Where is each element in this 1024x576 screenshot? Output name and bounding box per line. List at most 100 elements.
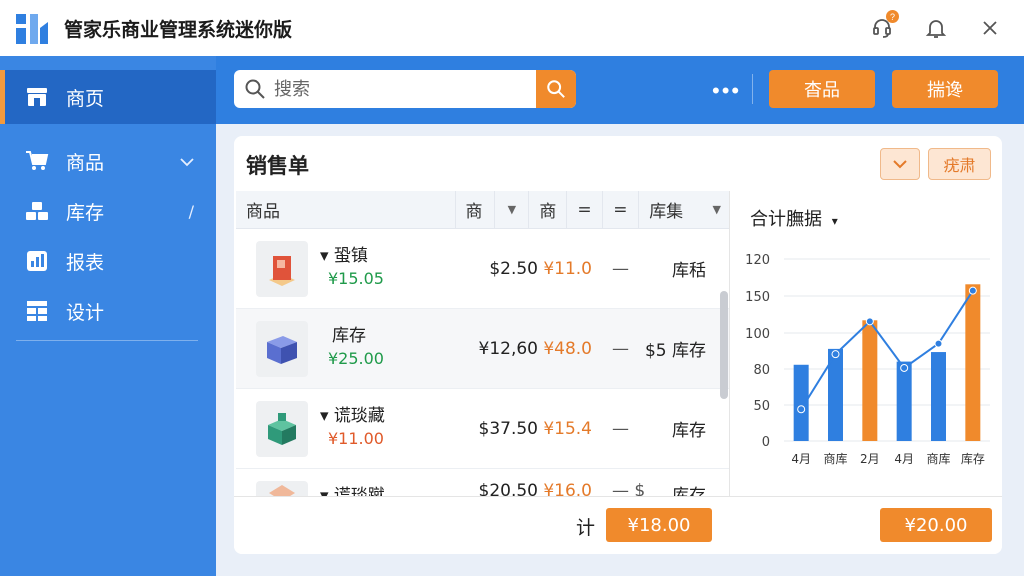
panel-action-button[interactable]: 疣肃 (928, 148, 991, 180)
y-tick-label: 0 (762, 435, 770, 450)
table-row[interactable]: ▾ 蛩镇 ¥15.05 $2.50 ¥11.0 — 库秳 (236, 229, 729, 309)
chart-bar (965, 284, 981, 441)
app-logo-icon (12, 8, 52, 48)
cell-dash: — (612, 258, 629, 279)
total-value-button[interactable]: ¥20.00 (880, 508, 992, 542)
table-header: 商品 商 ▼ 商 = = 库集 ▼ (236, 191, 729, 229)
chevron-down-icon: ▼ (507, 203, 517, 216)
close-icon[interactable] (978, 16, 1002, 40)
trend-point (797, 405, 806, 414)
x-tick-label: 4月 (791, 452, 811, 466)
cell-stock: $5 库存 (644, 341, 706, 361)
search-input[interactable] (274, 78, 534, 100)
y-tick-label: 120 (745, 253, 770, 268)
trend-point (865, 317, 874, 326)
bell-icon[interactable] (924, 16, 948, 40)
chart-title-dropdown[interactable]: 合计膴据 ▾ (750, 205, 838, 231)
product-price: ¥25.00 (328, 349, 384, 368)
sidebar-item-marker: / (188, 201, 194, 221)
dropdown-button[interactable] (880, 148, 920, 180)
chart-bar (896, 361, 912, 441)
column-header[interactable]: 商 (529, 191, 568, 229)
sales-order-panel: 销售单 疣肃 商品 商 ▼ 商 = = 库集 ▼ ▾ 蛩镇 ¥15.05 $2.5… (234, 136, 1002, 554)
chevron-down-icon: ▾ (831, 214, 838, 228)
cell-stock: 库秳 (672, 261, 706, 281)
column-header-label: = (613, 199, 628, 220)
search-bar (234, 70, 576, 108)
cell-amount: ¥16.0 (543, 481, 592, 496)
cell-cost: $2.50 (489, 258, 538, 279)
product-thumbnail-icon (256, 320, 308, 377)
more-menu-button[interactable]: ••• (712, 78, 741, 104)
sidebar-divider (16, 340, 198, 341)
secondary-action-button[interactable]: 揣谗 (892, 70, 998, 108)
boxes-icon (24, 199, 50, 223)
trend-point (968, 286, 977, 295)
sum-value-button[interactable]: ¥18.00 (606, 508, 712, 542)
cell-stock: 库存 (672, 486, 706, 496)
chevron-down-icon: ▼ (712, 203, 721, 216)
chart-bar (931, 352, 946, 441)
column-header[interactable]: 商品 (236, 191, 456, 229)
y-tick-label: 50 (753, 399, 770, 414)
table-row[interactable]: 库存 ¥25.00 ¥12,60 ¥48.0 — $5 库存 (236, 309, 729, 389)
app-title: 管家乐商业管理系统迷你版 (64, 18, 293, 41)
product-price: ¥15.05 (328, 269, 384, 288)
column-header[interactable]: 商 (456, 191, 496, 229)
chart-icon (24, 249, 50, 273)
cell-cost: $37.50 (478, 418, 538, 439)
sort-dropdown[interactable]: ▼ (495, 191, 530, 229)
sidebar-item-products[interactable]: 商品 (0, 136, 216, 186)
x-tick-label: 4月 (894, 452, 914, 466)
column-header[interactable]: = (603, 191, 640, 229)
table-row[interactable]: ▾ 谎琰蹴 $20.50 ¥16.0 — $ 库存 (236, 469, 729, 496)
headset-icon[interactable]: ? (870, 10, 899, 40)
page-title: 销售单 (246, 154, 309, 178)
cell-cost: $20.50 (478, 481, 538, 496)
primary-action-button[interactable]: 杳品 (769, 70, 875, 108)
sidebar-item-inventory[interactable]: 库存 / (0, 186, 216, 236)
sidebar: 商页 商品 库存 / 报表 设计 (0, 56, 216, 576)
chart-bar (793, 364, 809, 441)
chevron-down-icon (180, 152, 194, 171)
x-tick-label: 商库 (823, 451, 847, 466)
product-thumbnail-icon (256, 240, 308, 297)
sidebar-item-label: 报表 (66, 251, 105, 274)
product-thumbnail-icon (256, 481, 308, 496)
notification-badge: ? (886, 10, 899, 23)
trend-point (900, 363, 909, 372)
sidebar-item-label: 设计 (66, 301, 105, 324)
sales-table: 商品 商 ▼ 商 = = 库集 ▼ ▾ 蛩镇 ¥15.05 $2.50 ¥11.0… (236, 191, 730, 496)
cell-dash: — (612, 418, 629, 439)
cell-stock: 库存 (672, 421, 706, 441)
sidebar-item-home[interactable]: 商页 (0, 70, 216, 124)
sidebar-item-reports[interactable]: 报表 (0, 236, 216, 286)
sum-label: 计 (576, 517, 596, 539)
bar-chart: 050801001501204月 商库 2月 4月 商库 库存 (745, 253, 990, 466)
search-button[interactable] (536, 70, 576, 108)
chart-title: 合计膴据 (750, 209, 822, 230)
store-icon (24, 85, 50, 109)
summary-chart-card: 合计膴据 ▾ 0 50 80 100 150 120 4月 商库 2月 4月 商库 库存 (738, 193, 1002, 483)
table-row[interactable]: ▾ 谎琰藏 ¥11.00 $37.50 ¥15.4 — 库存 (236, 389, 729, 469)
table-scrollbar[interactable] (720, 291, 728, 399)
x-tick-label: 2月 (860, 452, 880, 466)
chart-bar (862, 320, 878, 441)
search-icon (244, 78, 266, 100)
sidebar-item-label: 库存 (66, 201, 105, 224)
title-bar: 管家乐商业管理系统迷你版 ? (0, 0, 1024, 56)
sidebar-item-label: 商页 (66, 87, 105, 110)
product-name: 库存 (332, 326, 366, 346)
sidebar-item-design[interactable]: 设计 (0, 286, 216, 336)
x-tick-label: 库存 (961, 451, 985, 466)
column-header[interactable]: 库集 ▼ (639, 191, 729, 229)
cell-dash: — (612, 338, 629, 359)
y-tick-label: 100 (745, 327, 770, 342)
cell-amount: ¥15.4 (543, 418, 592, 439)
column-header-label: 商 (465, 202, 483, 222)
toolbar-divider (752, 74, 753, 104)
sidebar-item-label: 商品 (66, 151, 105, 174)
column-header[interactable]: = (567, 191, 604, 229)
trend-point (831, 350, 840, 359)
y-tick-label: 80 (753, 363, 770, 378)
